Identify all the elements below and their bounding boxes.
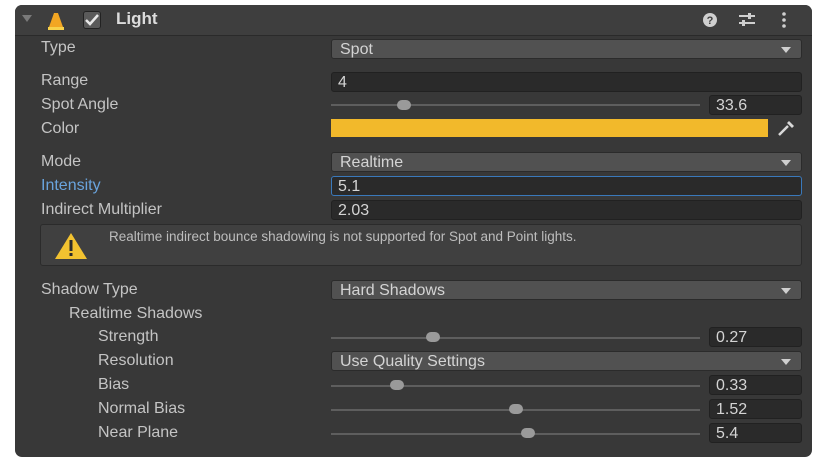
spot-angle-label: Spot Angle [41,96,119,113]
intensity-field[interactable]: 5.1 [331,176,802,196]
intensity-label: Intensity [41,177,101,194]
presets-icon[interactable] [738,12,756,28]
near-plane-value: 5.4 [716,425,739,442]
fold-arrow-icon[interactable] [22,15,32,22]
indirect-multiplier-label: Indirect Multiplier [41,201,162,218]
near-plane-slider-thumb[interactable] [521,428,535,438]
intensity-value: 5.1 [338,178,361,195]
spot-angle-slider-thumb[interactable] [397,100,411,110]
mode-value: Realtime [340,154,404,171]
chevron-down-icon [781,160,791,166]
normal-bias-slider-thumb[interactable] [509,404,523,414]
color-label: Color [41,120,80,137]
shadow-type-label: Shadow Type [41,281,138,298]
strength-value: 0.27 [716,329,748,346]
normal-bias-field[interactable]: 1.52 [709,399,802,419]
checkmark-icon [85,14,99,26]
resolution-value: Use Quality Settings [340,353,485,370]
color-swatch[interactable] [331,119,768,137]
spot-angle-slider-track[interactable] [331,104,700,106]
indirect-multiplier-field[interactable]: 2.03 [331,200,802,220]
realtime-shadows-label: Realtime Shadows [69,305,203,322]
bias-field[interactable]: 0.33 [709,375,802,395]
light-component-icon [48,13,64,30]
bias-slider-track[interactable] [331,385,700,387]
eyedropper-icon[interactable] [775,118,797,138]
kebab-menu-icon[interactable] [781,12,787,28]
shadow-type-value: Hard Shadows [340,282,445,299]
normal-bias-value: 1.52 [716,401,748,418]
resolution-label: Resolution [98,352,174,369]
range-label: Range [41,72,89,89]
near-plane-slider-track[interactable] [331,433,700,435]
bias-slider-thumb[interactable] [390,380,404,390]
range-value: 4 [338,74,347,91]
strength-label: Strength [98,328,159,345]
svg-text:?: ? [707,15,714,27]
chevron-down-icon [781,47,791,53]
indirect-multiplier-value: 2.03 [338,202,370,219]
range-field[interactable]: 4 [331,72,802,92]
chevron-down-icon [781,359,791,365]
help-icon[interactable]: ? [702,12,718,28]
type-value: Spot [340,41,373,58]
near-plane-field[interactable]: 5.4 [709,423,802,443]
light-inspector-panel: Light ? Type Spot Range 4 Spot Angle 33.… [15,5,812,457]
mode-dropdown[interactable]: Realtime [331,152,802,172]
component-title: Light [116,9,158,28]
resolution-dropdown[interactable]: Use Quality Settings [331,351,802,371]
normal-bias-label: Normal Bias [98,400,186,417]
shadow-type-dropdown[interactable]: Hard Shadows [331,280,802,300]
strength-slider-thumb[interactable] [426,332,440,342]
bias-label: Bias [98,376,130,393]
spot-angle-field[interactable]: 33.6 [709,95,802,115]
strength-slider-track[interactable] [331,337,700,339]
warning-message: Realtime indirect bounce shadowing is no… [109,229,577,244]
type-label: Type [41,39,76,56]
type-dropdown[interactable]: Spot [331,39,802,59]
mode-label: Mode [41,153,82,170]
warning-icon [55,233,87,259]
bias-value: 0.33 [716,377,748,394]
near-plane-label: Near Plane [98,424,179,441]
component-enabled-checkbox[interactable] [83,11,101,29]
spot-angle-value: 33.6 [716,97,748,114]
strength-field[interactable]: 0.27 [709,327,802,347]
warning-helpbox: Realtime indirect bounce shadowing is no… [40,224,802,266]
chevron-down-icon [781,288,791,294]
component-header[interactable]: Light ? [15,5,812,36]
